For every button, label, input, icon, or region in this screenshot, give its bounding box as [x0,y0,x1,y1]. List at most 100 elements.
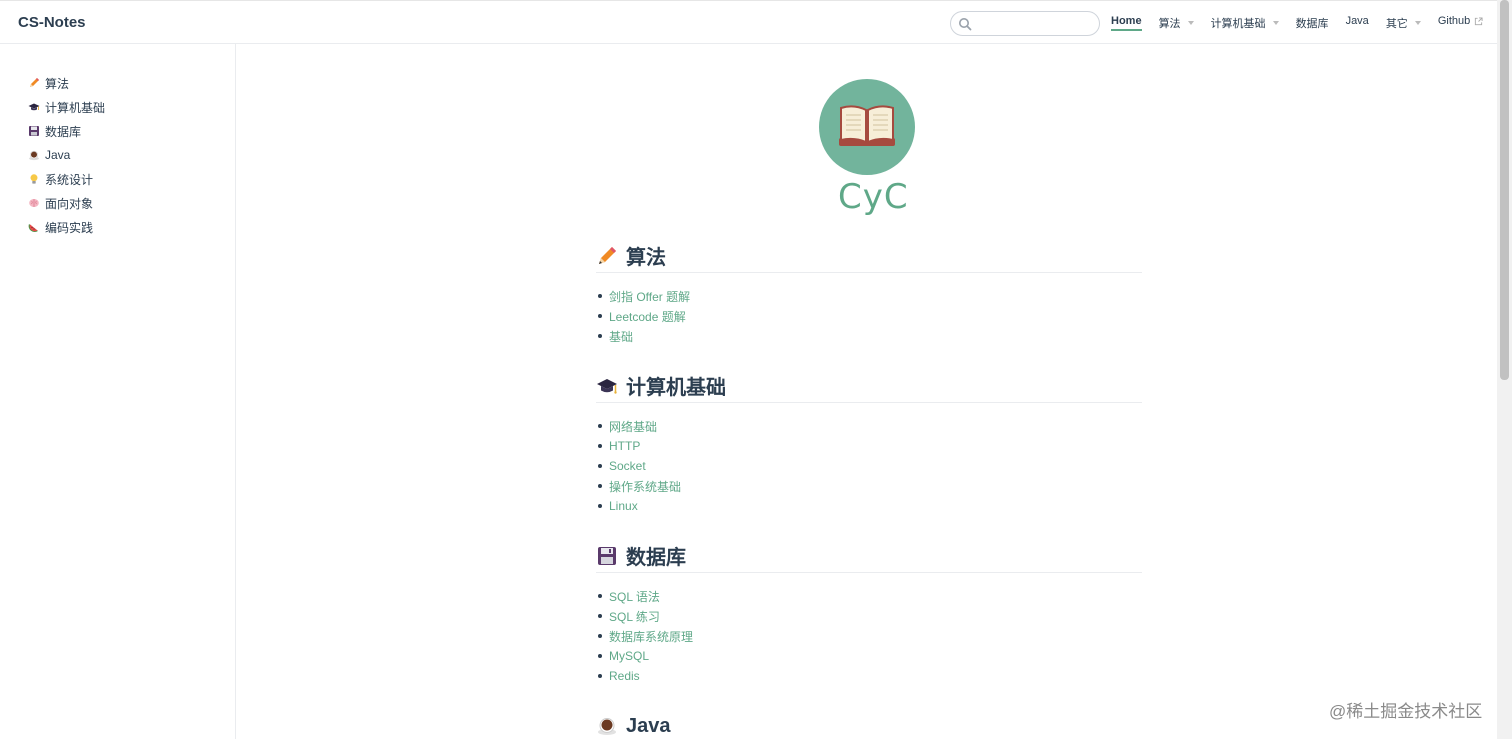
section-heading: 算法 [596,243,1142,273]
hero-logo [819,79,915,175]
floppy-disk-icon [29,126,39,136]
bullet [598,504,602,508]
nav-cs-basics-label: 计算机基础 [1210,18,1266,30]
nav-home-label: Home [1111,15,1142,27]
site-name[interactable]: CS-Notes [18,14,86,31]
nav-java[interactable]: Java [1346,15,1369,27]
nav-links: Home 算法 计算机基础 数据库 Java 其它 Github [1111,15,1500,35]
chevron-down-icon [1187,21,1194,25]
list-item: Socket [596,456,1142,476]
hero-logo-text: CyC [838,177,909,217]
nav-algorithms-label: 算法 [1158,18,1181,30]
section-title: 算法 [626,247,666,269]
coffee-icon [598,718,616,735]
nav-github-link[interactable]: Github [1438,15,1483,27]
link-leetcode-solutions[interactable]: Leetcode 题解 [609,308,686,325]
link-os-basics[interactable]: 操作系统基础 [609,478,681,495]
bullet [598,444,602,448]
sidebar-item-database[interactable]: 数据库 [0,119,235,143]
bullet [598,484,602,488]
link-socket[interactable]: Socket [609,459,646,473]
link-list: 剑指 Offer 题解 Leetcode 题解 基础 [596,286,1142,346]
link-offer-solutions[interactable]: 剑指 Offer 题解 [609,288,690,305]
bullet [598,294,602,298]
nav-github-label: Github [1437,15,1471,27]
pencil-icon [599,246,616,264]
link-algorithm-basics[interactable]: 基础 [609,328,633,345]
section-cs-basics: 计算机基础 网络基础 HTTP Socket 操作系统基础 Linux [596,373,1142,516]
bullet [598,634,602,638]
nav-algorithms-dropdown[interactable]: 算法 [1159,15,1194,31]
link-linux[interactable]: Linux [609,499,638,513]
link-db-system-principles[interactable]: 数据库系统原理 [609,628,693,645]
vertical-scrollbar[interactable] [1497,0,1512,739]
sidebar: 算法 计算机基础 数据库 Java 系统设计 面向对象 编码实践 [0,44,236,739]
sidebar-item-cs-basics[interactable]: 计算机基础 [0,95,235,119]
link-sql-practice[interactable]: SQL 练习 [609,608,660,625]
nav-database[interactable]: 数据库 [1296,15,1329,31]
list-item: Leetcode 题解 [596,306,1142,326]
sidebar-item-coding-practice[interactable]: 编码实践 [0,215,235,239]
watermelon-icon [28,224,38,233]
list-item: MySQL [596,646,1142,666]
search-input[interactable] [950,11,1100,36]
sidebar-item-system-design[interactable]: 系统设计 [0,167,235,191]
section-title: 计算机基础 [626,377,726,399]
sidebar-item-label: 面向对象 [45,196,94,211]
sidebar-item-algorithms[interactable]: 算法 [0,71,235,95]
graduation-cap-icon [597,378,617,394]
bullet [598,464,602,468]
coffee-icon [29,150,39,161]
sidebar-item-label: 计算机基础 [45,100,106,115]
list-item: 数据库系统原理 [596,626,1142,646]
hero: CyC [819,79,915,217]
bullet [598,654,602,658]
section-heading: 计算机基础 [596,373,1142,403]
list-item: 网络基础 [596,416,1142,436]
list-item: 操作系统基础 [596,476,1142,496]
list-item: 基础 [596,326,1142,346]
list-item: SQL 练习 [596,606,1142,626]
top-navbar: CS-Notes Home 算法 计算机基础 数据库 Java 其它 Githu… [0,0,1497,44]
sidebar-item-label: Java [45,148,71,162]
nav-java-label: Java [1345,15,1369,27]
sidebar-item-label: 数据库 [45,124,82,139]
watermark: @稀土掘金技术社区 [1329,702,1483,721]
list-item: HTTP [596,436,1142,456]
nav-other-dropdown[interactable]: 其它 [1386,15,1421,31]
sidebar-item-java[interactable]: Java [0,143,235,167]
section-java: Java [596,713,1142,739]
link-network-basics[interactable]: 网络基础 [609,418,657,435]
scrollbar-thumb[interactable] [1500,0,1509,380]
nav-cs-basics-dropdown[interactable]: 计算机基础 [1211,15,1279,31]
section-database: 数据库 SQL 语法 SQL 练习 数据库系统原理 MySQL Redis [596,543,1142,686]
open-book-icon [839,105,895,146]
graduation-cap-icon [28,103,40,111]
section-title: 数据库 [626,547,686,569]
section-title: Java [626,714,671,737]
brain-icon [29,199,39,207]
list-item: SQL 语法 [596,586,1142,606]
nav-other-label: 其它 [1385,18,1408,30]
link-http[interactable]: HTTP [609,439,640,453]
bullet [598,314,602,318]
list-item: Linux [596,496,1142,516]
bullet [598,424,602,428]
link-redis[interactable]: Redis [609,669,640,683]
section-heading: Java [596,713,1142,739]
sidebar-item-label: 系统设计 [45,172,94,187]
chevron-down-icon [1414,21,1421,25]
nav-home[interactable]: Home [1111,15,1142,31]
external-link-icon [1475,16,1483,25]
list-item: Redis [596,666,1142,686]
lightbulb-icon [30,174,38,184]
sidebar-item-object-oriented[interactable]: 面向对象 [0,191,235,215]
bullet [598,674,602,678]
link-mysql[interactable]: MySQL [609,649,649,663]
pencil-icon [30,78,39,87]
nav-database-label: 数据库 [1295,18,1329,30]
link-list: 网络基础 HTTP Socket 操作系统基础 Linux [596,416,1142,516]
bullet [598,594,602,598]
link-sql-syntax[interactable]: SQL 语法 [609,588,660,605]
bullet [598,334,602,338]
